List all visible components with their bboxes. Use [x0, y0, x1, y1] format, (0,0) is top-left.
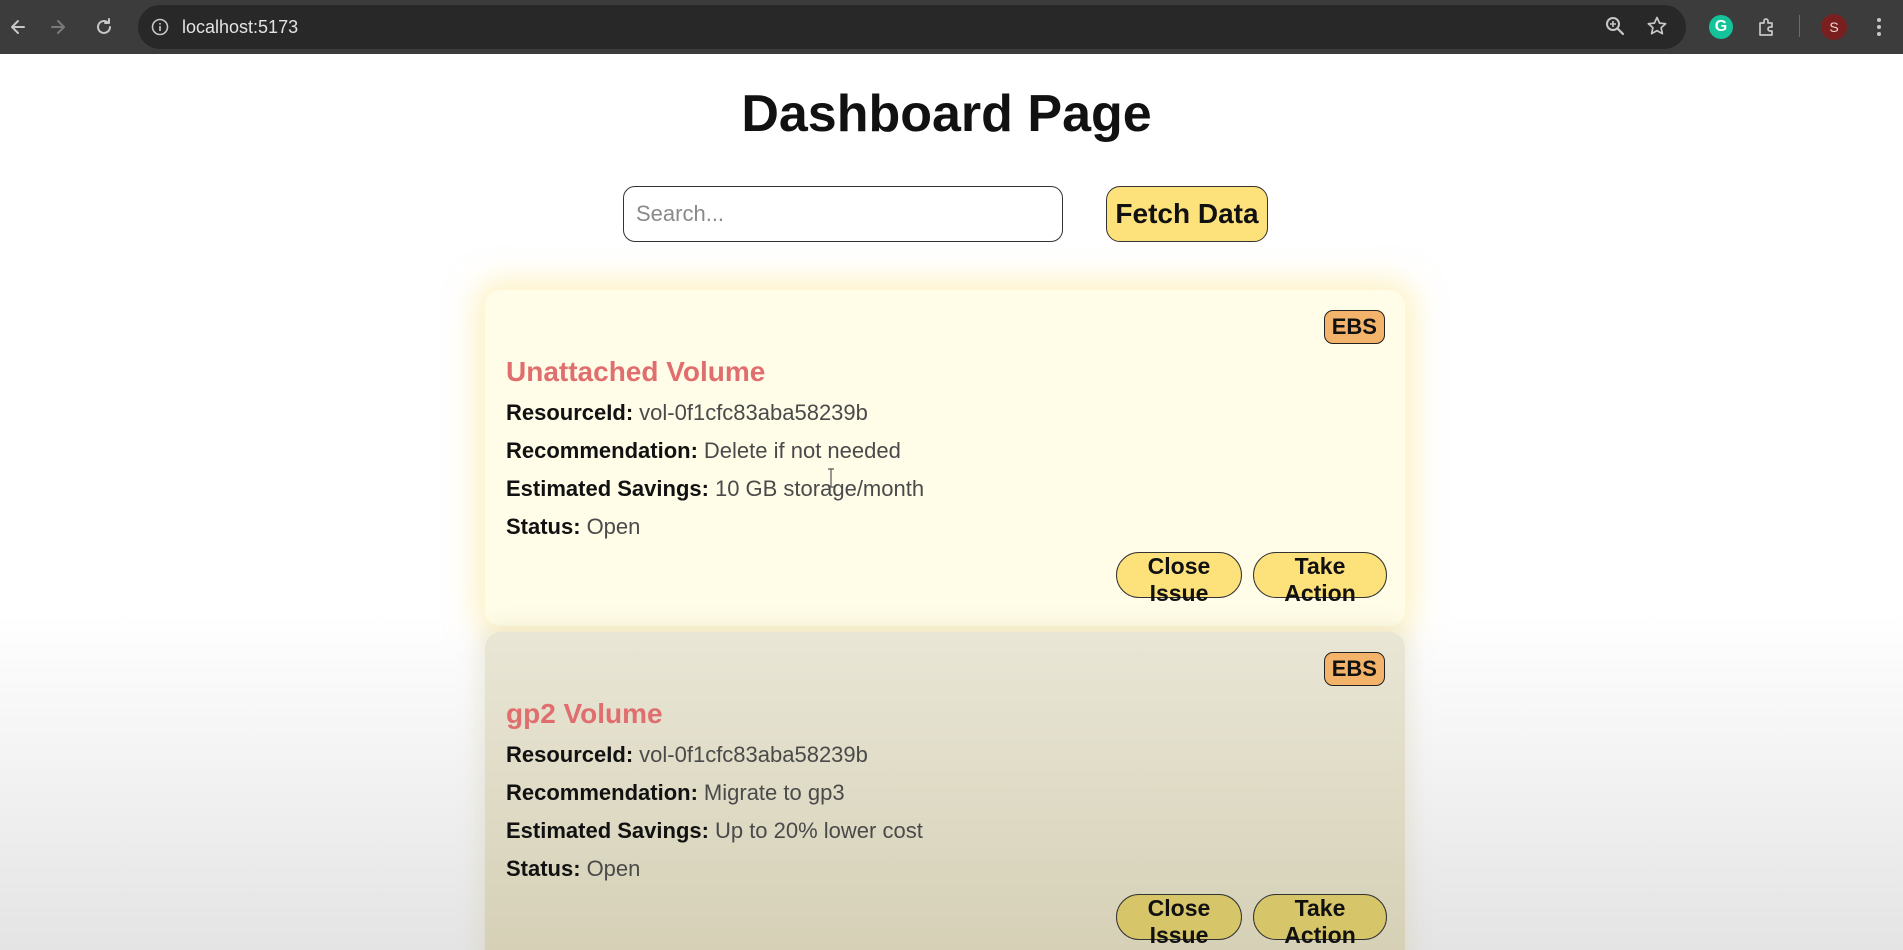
profile-avatar[interactable]: S — [1819, 12, 1849, 42]
search-input[interactable] — [623, 186, 1063, 242]
take-action-button[interactable]: Take Action — [1253, 552, 1387, 606]
back-icon[interactable] — [0, 9, 36, 45]
take-action-button[interactable]: Take Action — [1253, 894, 1387, 948]
reload-icon[interactable] — [86, 9, 122, 45]
bookmark-star-icon[interactable] — [1646, 15, 1670, 39]
field-value: Migrate to gp3 — [703, 780, 845, 805]
recommendation-row: Recommendation: Migrate to gp3 — [506, 780, 845, 806]
field-label: Estimated Savings: — [506, 818, 709, 843]
url-text[interactable]: localhost:5173 — [182, 17, 298, 38]
field-value: Open — [586, 856, 641, 881]
profile-initial: S — [1821, 14, 1847, 40]
field-value: Delete if not needed — [703, 438, 901, 463]
card-title: gp2 Volume — [506, 698, 663, 729]
resource-id-row: ResourceId: vol-0f1cfc83aba58239b — [506, 742, 868, 768]
field-label: Recommendation: — [506, 780, 698, 805]
card-title: Unattached Volume — [506, 356, 766, 387]
grammarly-extension: G — [1709, 15, 1733, 39]
close-issue-button[interactable]: Close Issue — [1116, 894, 1242, 948]
field-label: Status: — [506, 856, 581, 881]
page-title: Dashboard Page — [741, 85, 1152, 143]
site-info-icon[interactable] — [148, 15, 172, 39]
field-label: Estimated Savings: — [506, 476, 709, 501]
field-value: 10 GB storage/month — [714, 476, 925, 501]
grammarly-icon[interactable]: G — [1706, 12, 1736, 42]
address-bar[interactable]: localhost:5173 — [138, 5, 1686, 49]
fetch-data-button[interactable]: Fetch Data — [1106, 186, 1268, 242]
field-label: ResourceId: — [506, 400, 634, 425]
text-cursor-icon — [828, 468, 834, 488]
recommendation-card: EBS Unattached Volume ResourceId: vol-0f1… — [485, 290, 1405, 626]
status-row: Status: Open — [506, 856, 640, 882]
extensions-icon[interactable] — [1752, 12, 1782, 42]
toolbar-separator — [1799, 15, 1800, 37]
close-issue-button[interactable]: Close Issue — [1116, 552, 1242, 606]
field-label: Status: — [506, 514, 581, 539]
estimated-savings-row: Estimated Savings: Up to 20% lower cost — [506, 818, 923, 844]
status-row: Status: Open — [506, 514, 640, 540]
field-label: Recommendation: — [506, 438, 698, 463]
field-label: ResourceId: — [506, 742, 634, 767]
browser-toolbar: localhost:5173 G S — [0, 0, 1903, 54]
field-value: vol-0f1cfc83aba58239b — [639, 742, 868, 767]
menu-kebab-icon[interactable] — [1864, 12, 1894, 42]
field-value: Open — [586, 514, 641, 539]
page-viewport: Dashboard Page Fetch Data EBS Unattached… — [0, 54, 1903, 950]
field-value: vol-0f1cfc83aba58239b — [639, 400, 868, 425]
service-badge: EBS — [1323, 310, 1385, 344]
forward-icon[interactable] — [40, 9, 76, 45]
field-value: Up to 20% lower cost — [714, 818, 923, 843]
zoom-icon[interactable] — [1604, 15, 1628, 39]
resource-id-row: ResourceId: vol-0f1cfc83aba58239b — [506, 400, 868, 426]
service-badge: EBS — [1323, 652, 1385, 686]
recommendation-row: Recommendation: Delete if not needed — [506, 438, 901, 464]
estimated-savings-row: Estimated Savings: 10 GB storage/month — [506, 476, 924, 502]
recommendation-card: EBS gp2 Volume ResourceId: vol-0f1cfc83ab… — [485, 632, 1405, 950]
